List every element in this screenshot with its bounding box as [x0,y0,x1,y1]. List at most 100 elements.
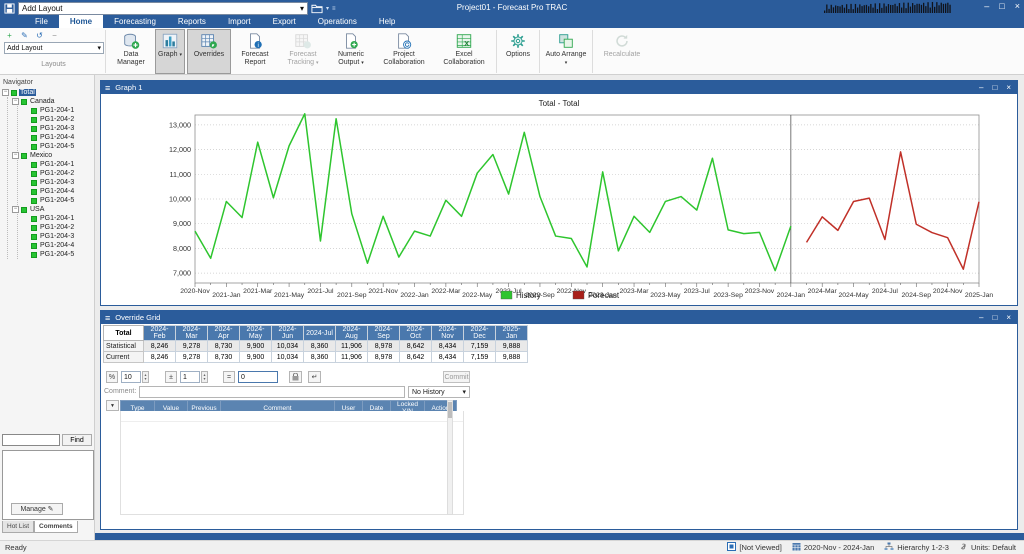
layout-combobox[interactable]: Add Layout▾ [18,2,308,15]
tree-item-canada[interactable]: − Canada [12,97,94,106]
tree-item-label[interactable]: Mexico [29,152,53,159]
grid-cell[interactable]: 8,434 [432,341,464,352]
grid-column-header[interactable]: 2024-Sep [368,326,400,341]
grid-cell[interactable]: 9,888 [496,341,528,352]
tree-item-pg1-204-4[interactable]: PG1-204-4 [22,187,94,196]
maximize-icon[interactable]: □ [999,1,1004,11]
minimize-icon[interactable]: – [979,83,983,92]
grid-cell[interactable]: 7,159 [464,341,496,352]
close-icon[interactable]: × [1006,313,1011,322]
percent-button[interactable]: % [106,371,118,383]
ribbon-layout-combobox[interactable]: Add Layout▾ [4,42,104,54]
tree-item-label[interactable]: PG1-204-3 [39,125,75,132]
comment-input[interactable] [139,386,405,398]
grid-column-header[interactable]: 2024-Jul [304,326,336,341]
grid-column-header[interactable]: 2024-May [240,326,272,341]
override-grid-table[interactable]: Total2024-Feb2024-Mar2024-Apr2024-May202… [103,325,528,363]
grid-cell[interactable]: 10,034 [272,352,304,363]
maximize-icon[interactable]: □ [992,83,997,92]
tree-item-label[interactable]: Canada [29,98,56,105]
grid-column-header[interactable]: 2024-Apr [208,326,240,341]
equals-value-input[interactable]: 0 [238,371,278,383]
equals-button[interactable]: = [223,371,235,383]
ribbon-button-auto-arrange[interactable]: Auto Arrange ▾ [543,29,589,74]
layout-folder-icon[interactable] [311,3,323,14]
tree-item-label[interactable]: PG1-204-2 [39,224,75,231]
status-item-units[interactable]: Units: Default [959,542,1016,553]
grid-cell[interactable]: 8,978 [368,352,400,363]
grid-cell[interactable]: 8,246 [144,352,176,363]
ribbon-button-graph[interactable]: Graph ▾ [155,29,185,74]
grid-cell[interactable]: 9,278 [176,352,208,363]
override-window-titlebar[interactable]: ≡ Override Grid – □ × [101,311,1017,324]
grid-cell[interactable]: 8,434 [432,352,464,363]
menu-tab-home[interactable]: Home [59,15,103,28]
grid-cell[interactable]: 8,730 [208,352,240,363]
grid-column-header[interactable]: 2024-Mar [176,326,208,341]
ribbon-button-excel-collaboration[interactable]: XExcel Collaboration [435,29,493,74]
save-icon[interactable] [4,3,15,14]
tree-item-label[interactable]: PG1-204-3 [39,233,75,240]
window-menu-icon[interactable]: ≡ [105,313,110,323]
edit-layout-icon[interactable]: ✎ [20,31,29,40]
collapse-icon[interactable]: − [12,98,19,105]
tree-item-usa[interactable]: −USA [12,205,94,214]
menu-tab-forecasting[interactable]: Forecasting [103,15,167,28]
grid-cell[interactable]: 8,730 [208,341,240,352]
grid-cell[interactable]: 11,906 [336,352,368,363]
tree-item-label[interactable]: PG1-204-4 [39,134,75,141]
grid-column-header[interactable]: 2024-Dec [464,326,496,341]
tree-item-label[interactable]: PG1-204-3 [39,179,75,186]
plusminus-spinner[interactable]: ▴▾ [201,371,208,383]
ribbon-button-numeric-output[interactable]: Numeric Output ▾ [329,29,373,74]
tree-item-label[interactable]: PG1-204-1 [39,161,75,168]
grid-cell[interactable]: 11,906 [336,341,368,352]
grid-column-header[interactable]: 2024-Jun [272,326,304,341]
tree-item-label[interactable]: PG1-204-1 [39,215,75,222]
tree-item-label[interactable]: PG1-204-5 [39,251,75,258]
status-item-viewed[interactable]: [Not Viewed] [727,542,781,553]
grid-cell[interactable]: 9,278 [176,341,208,352]
menu-tab-help[interactable]: Help [368,15,406,28]
tree-item-pg1-204-4[interactable]: PG1-204-4 [22,133,94,142]
close-icon[interactable]: × [1015,1,1020,11]
collapse-icon[interactable]: − [2,89,9,96]
grid-column-header[interactable]: 2024-Aug [336,326,368,341]
grid-column-header[interactable]: 2024-Oct [400,326,432,341]
collapse-icon[interactable]: − [12,152,19,159]
tree-item-label[interactable]: PG1-204-4 [39,242,75,249]
grid-cell[interactable]: 7,159 [464,352,496,363]
grid-cell[interactable]: 10,034 [272,341,304,352]
qat-customize-icon[interactable]: ≡ [332,6,336,12]
commit-button[interactable]: Commit [443,371,470,383]
panel-tab-comments[interactable]: Comments [34,521,78,533]
history-empty-row[interactable] [121,411,463,422]
menu-tab-reports[interactable]: Reports [167,15,217,28]
tree-item-pg1-204-5[interactable]: PG1-204-5 [22,196,94,205]
reset-layout-icon[interactable]: ↺ [35,31,44,40]
tree-item-label[interactable]: PG1-204-2 [39,116,75,123]
history-table-body[interactable] [120,411,464,515]
remove-layout-icon[interactable]: − [50,31,59,40]
grid-column-header[interactable]: 2024-Feb [144,326,176,341]
tree-item-pg1-204-4[interactable]: PG1-204-4 [22,241,94,250]
menu-tab-export[interactable]: Export [262,15,307,28]
ribbon-button-forecast-report[interactable]: iForecast Report [233,29,277,74]
plusminus-button[interactable]: ± [165,371,177,383]
status-item-calendar[interactable]: 2020-Nov - 2024-Jan [792,542,874,553]
tree-item-pg1-204-5[interactable]: PG1-204-5 [22,250,94,259]
tree-item-pg1-204-5[interactable]: PG1-204-5 [22,142,94,151]
tree-item-label[interactable]: USA [29,206,45,213]
filter-button[interactable]: ▼ [106,400,119,411]
plusminus-value-input[interactable]: 1 [180,371,200,383]
forecast-chart[interactable]: 7,0008,0009,00010,00011,00012,00013,0002… [101,110,1015,302]
tree-item-label[interactable]: PG1-204-5 [39,197,75,204]
grid-column-header[interactable]: 2024-Nov [432,326,464,341]
apply-button[interactable]: ↵ [308,371,321,383]
minimize-icon[interactable]: – [984,1,989,11]
grid-cell[interactable]: 9,900 [240,352,272,363]
ribbon-button-overrides[interactable]: Overrides [187,29,231,74]
ribbon-button-options[interactable]: Options [500,29,536,74]
find-input[interactable] [2,434,60,446]
add-layout-icon[interactable]: + [5,31,14,40]
